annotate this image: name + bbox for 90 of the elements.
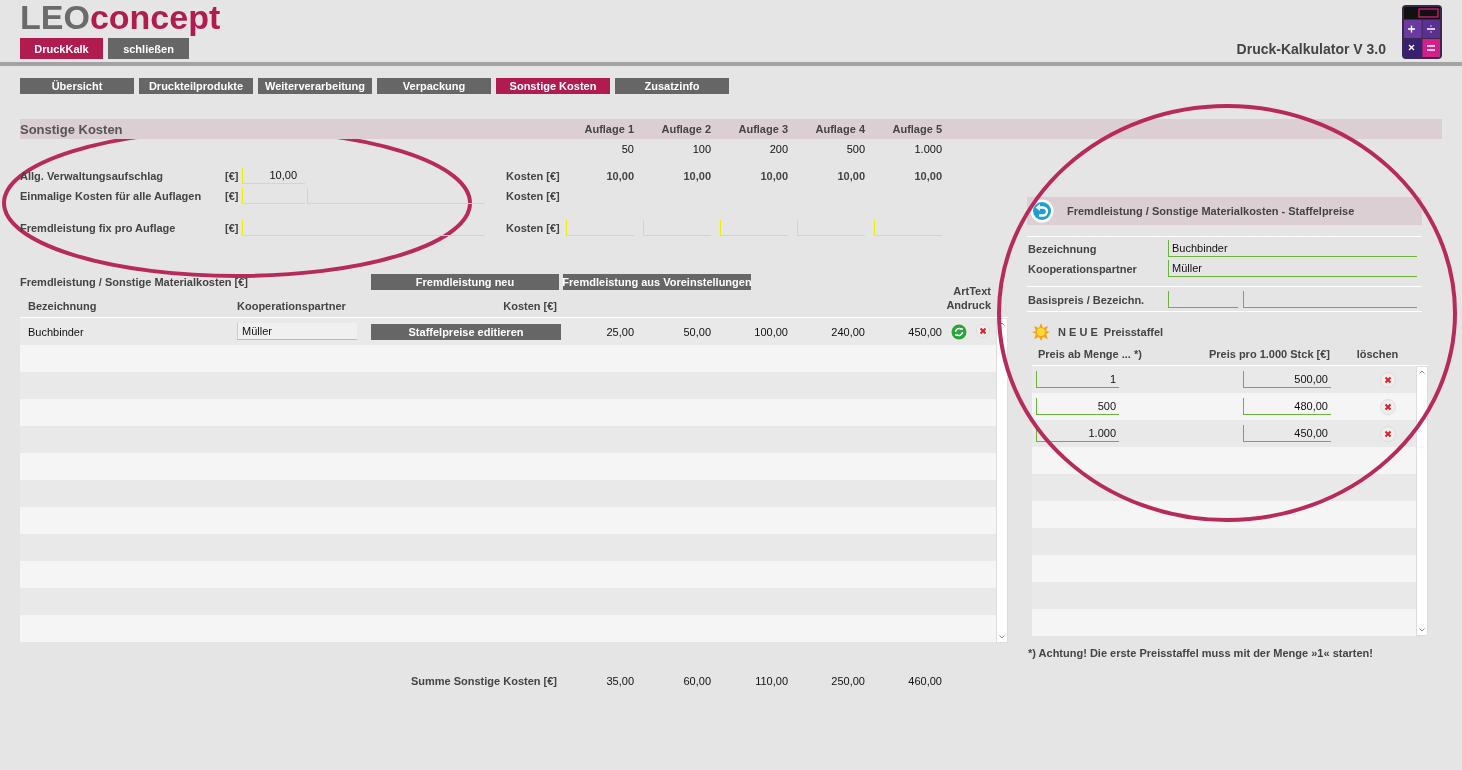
column-header: Auflage 1	[583, 123, 634, 135]
column-header: Preis ab Menge ... *)	[1038, 348, 1143, 360]
input-field[interactable]: Müller	[1168, 260, 1417, 277]
section-title: N E U E Preisstaffel	[1058, 326, 1164, 338]
input-field[interactable]: Müller	[237, 323, 357, 340]
field-label: Kosten [€]	[505, 170, 557, 182]
quantity-cell-text: 200	[768, 143, 788, 155]
panel-title: Fremdleistung / Sonstige Materialkosten - Staffelpreise	[1067, 205, 1355, 217]
field-label: Kooperationspartner	[1027, 262, 1138, 275]
column-header: Auflage 2	[660, 123, 711, 135]
input-field[interactable]: 450,00	[1243, 425, 1331, 442]
column-header: Bezeichnung	[27, 300, 98, 312]
total-cell-text: 250,00	[830, 675, 865, 687]
cost-cell-text: 10,00	[913, 170, 942, 182]
column-header: löschen	[1355, 348, 1400, 360]
cost-cell-text: 10,00	[836, 170, 865, 182]
cost-cell-text: 100,00	[753, 325, 788, 338]
table-cell-text: Buchbinder	[27, 325, 85, 338]
field-label: Fremdleistung fix pro Auflage	[20, 222, 177, 234]
tab[interactable]: Weiterverarbeitung	[258, 78, 372, 94]
cost-cell-text: 10,00	[759, 170, 788, 182]
delete-icon[interactable]	[1380, 371, 1396, 388]
total-cell-text: 35,00	[605, 675, 634, 687]
column-header: ArtText Andruck	[945, 284, 991, 312]
input-field[interactable]: 1.000	[1036, 425, 1119, 442]
header-button[interactable]: schließen	[108, 38, 189, 59]
quantity-cell-text: 500	[845, 143, 865, 155]
field-label: Einmalige Kosten für alle Auflagen	[20, 190, 203, 202]
input-field[interactable]: 1	[1036, 371, 1119, 388]
scrollbar[interactable]	[1416, 366, 1428, 636]
tab[interactable]: Sonstige Kosten	[496, 78, 610, 94]
unit-label: [€]	[225, 170, 240, 182]
field-label: Basispreis / Bezeichn.	[1027, 293, 1146, 306]
scroll-down-icon[interactable]	[999, 635, 1005, 639]
column-header: Auflage 5	[891, 123, 942, 135]
total-cell-text: 60,00	[682, 675, 711, 687]
scrollbar[interactable]	[996, 318, 1008, 643]
refresh-icon[interactable]	[951, 323, 967, 340]
field-label: Bezeichnung	[1027, 242, 1098, 255]
total-cell-text: 460,00	[907, 675, 942, 687]
input-field[interactable]: Buchbinder	[1168, 240, 1417, 257]
cost-cell-text: 25,00	[605, 325, 634, 338]
column-header: Auflage 3	[737, 123, 788, 135]
column-header: Preis pro 1.000 Stck [€]	[1207, 348, 1330, 360]
action-button[interactable]: Fremdleistung aus Voreinstellungen	[563, 274, 751, 290]
starburst-icon	[1032, 323, 1050, 341]
section-title: Fremdleistung / Sonstige Materialkosten [€]	[20, 276, 249, 288]
cost-cell-text: 50,00	[682, 325, 711, 338]
quantity-cell-text: 50	[620, 143, 634, 155]
total-cell-text: 110,00	[754, 675, 788, 687]
app-title: Druck-Kalkulator V 3.0	[1236, 41, 1386, 57]
scroll-up-icon[interactable]	[1419, 370, 1425, 374]
cost-cell-text: 10,00	[605, 170, 634, 182]
cost-cell-text: 240,00	[830, 325, 865, 338]
unit-label: [€]	[225, 222, 240, 234]
input-field[interactable]	[1243, 291, 1417, 308]
tab[interactable]: Zusatzinfo	[615, 78, 729, 94]
unit-label: [€]	[225, 190, 240, 202]
footnote: *) Achtung! Die erste Preisstaffel muss mit der Menge »1« starten!	[1027, 647, 1374, 659]
input-field[interactable]: 500,00	[1243, 371, 1331, 388]
back-icon[interactable]	[1030, 199, 1054, 223]
scroll-up-icon[interactable]	[999, 322, 1005, 326]
tab[interactable]: Übersicht	[20, 78, 134, 94]
quantity-cell-text: 1.000	[913, 143, 942, 155]
column-header: Auflage 4	[814, 123, 865, 135]
active-button[interactable]: DruckKalk	[20, 38, 103, 59]
total-label: Summe Sonstige Kosten [€]	[409, 675, 557, 687]
logo: LEOconcept	[20, 0, 221, 35]
delete-icon[interactable]	[1380, 398, 1396, 415]
input-field[interactable]: 10,00	[242, 168, 305, 184]
input-field[interactable]	[1168, 291, 1238, 308]
action-button[interactable]: Fremdleistung neu	[371, 274, 559, 290]
field-label: Kosten [€]	[505, 190, 557, 202]
scroll-down-icon[interactable]	[1419, 628, 1425, 632]
calculator-icon	[1402, 5, 1442, 59]
cost-cell-text: 450,00	[907, 325, 942, 338]
input-field[interactable]: 500	[1036, 398, 1119, 415]
section-title: Sonstige Kosten	[20, 121, 124, 137]
action-button[interactable]: Staffelpreise editieren	[371, 323, 561, 340]
tab[interactable]: Druckteilprodukte	[139, 78, 253, 94]
column-header: Kooperationspartner	[237, 300, 347, 312]
delete-icon[interactable]	[1380, 425, 1396, 442]
field-label: Kosten [€]	[505, 222, 557, 234]
column-header: Kosten [€]	[502, 300, 557, 312]
tab[interactable]: Verpackung	[377, 78, 491, 94]
table-row[interactable]: Buchbinder Müller Staffelpreise editieren 25,00 50,00 100,00 240,00 450,00	[20, 318, 996, 345]
input-field[interactable]: 480,00	[1243, 398, 1331, 415]
quantity-cell-text: 100	[691, 143, 711, 155]
delete-icon[interactable]	[976, 323, 990, 338]
cost-cell-text: 10,00	[682, 170, 711, 182]
